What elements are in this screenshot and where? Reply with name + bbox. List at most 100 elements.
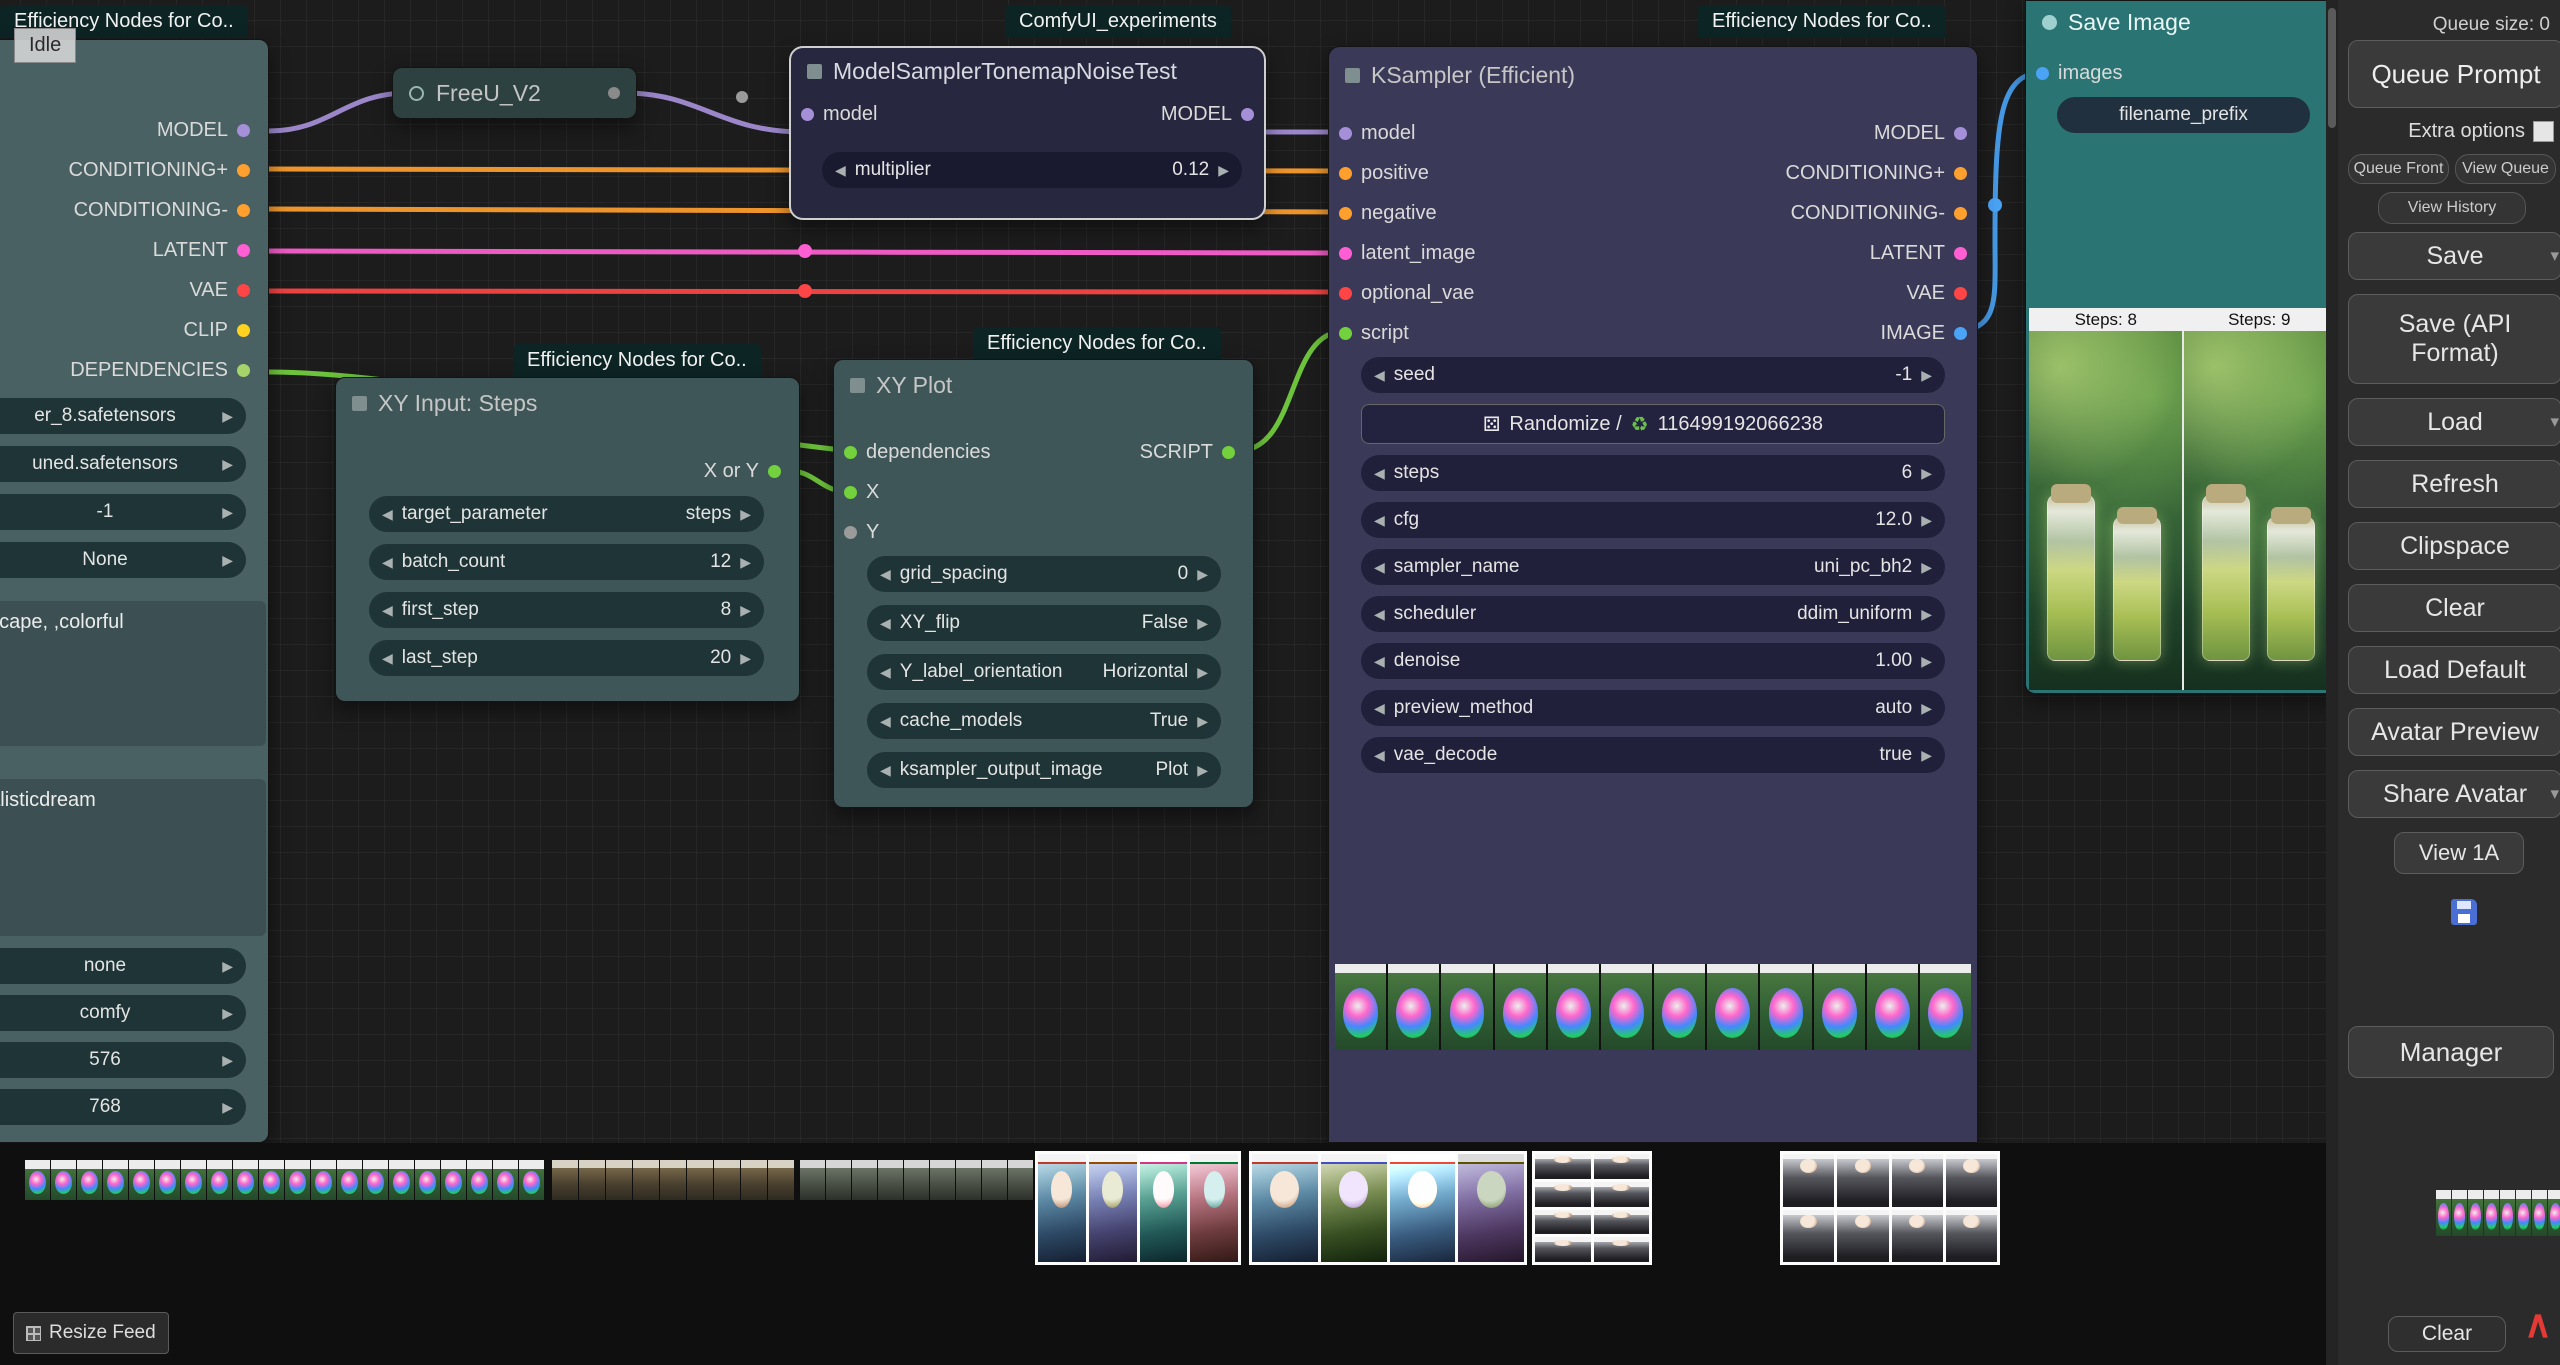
ksampler-preview-strip[interactable] [1335, 964, 1971, 1050]
right-arrow-icon[interactable]: ▶ [1218, 162, 1229, 179]
input-slot-dot[interactable] [844, 446, 857, 459]
collapse-toggle-icon[interactable] [409, 86, 424, 101]
preview-thumbnail[interactable] [441, 1160, 466, 1200]
output-slot-dot[interactable] [237, 284, 250, 297]
widget-first_step[interactable]: ◀first_step8▶ [369, 592, 764, 628]
preview-thumbnail[interactable] [1441, 964, 1492, 1050]
preview-thumbnail[interactable] [415, 1160, 440, 1200]
preview-image[interactable] [1390, 1154, 1456, 1262]
widget-steps[interactable]: ◀steps6▶ [1361, 455, 1945, 491]
widget-Y_label_orientation[interactable]: ◀Y_label_orientationHorizontal▶ [867, 654, 1221, 690]
preview-thumbnail[interactable] [1601, 964, 1652, 1050]
widget-sampler_name[interactable]: ◀sampler_nameuni_pc_bh2▶ [1361, 549, 1945, 585]
preview-thumbnail[interactable] [2548, 1190, 2560, 1236]
left-arrow-icon[interactable]: ◀ [1374, 700, 1385, 717]
widget-combo[interactable]: ◀None▶ [0, 542, 246, 578]
preview-thumbnail[interactable] [181, 1160, 206, 1200]
left-arrow-icon[interactable]: ◀ [1374, 512, 1385, 529]
output-slot-dot[interactable] [237, 204, 250, 217]
sidebar-button-share-avatar[interactable]: Share Avatar▾ [2348, 770, 2560, 818]
node-xy-input-steps[interactable]: XY Input: Steps X or Y ◀target_parameter… [335, 377, 800, 702]
left-arrow-icon[interactable]: ◀ [382, 506, 393, 523]
preview-thumbnail[interactable] [2516, 1190, 2531, 1236]
preview-thumbnail[interactable] [1335, 964, 1386, 1050]
input-slot-dot[interactable] [1339, 127, 1352, 140]
widget-ksampler_output_image[interactable]: ◀ksampler_output_imagePlot▶ [867, 752, 1221, 788]
left-arrow-icon[interactable]: ◀ [880, 664, 891, 681]
preview-thumbnail[interactable] [207, 1160, 232, 1200]
widget-target_parameter[interactable]: ◀target_parametersteps▶ [369, 496, 764, 532]
widget-combo[interactable]: ◀-1▶ [0, 494, 246, 530]
widget-combo[interactable]: ◀uned.safetensors▶ [0, 446, 246, 482]
preview-thumbnail[interactable] [878, 1160, 903, 1200]
left-arrow-icon[interactable]: ◀ [880, 566, 891, 583]
left-arrow-icon[interactable]: ◀ [382, 602, 393, 619]
preview-thumbnail[interactable] [1008, 1160, 1033, 1200]
widget-vae_decode[interactable]: ◀vae_decodetrue▶ [1361, 737, 1945, 773]
output-slot-dot[interactable] [1222, 446, 1235, 459]
preview-image[interactable] [1535, 1237, 1591, 1262]
preview-thumbnail[interactable] [552, 1160, 578, 1200]
view-1a-button[interactable]: View 1A [2394, 832, 2524, 874]
node-title-bar[interactable]: Save Image [2026, 1, 2339, 43]
preview-image[interactable] [2182, 331, 2337, 690]
preview-image[interactable] [1594, 1182, 1650, 1207]
right-arrow-icon[interactable]: ▶ [740, 554, 751, 571]
preview-image[interactable] [1783, 1210, 1834, 1263]
input-slot-dot[interactable] [844, 486, 857, 499]
sidebar-button-load[interactable]: Load▾ [2348, 398, 2560, 446]
sidebar-button-save-api-format-[interactable]: Save (API Format) [2348, 294, 2560, 384]
node-title-bar[interactable]: KSampler (Efficient) [1329, 47, 1977, 103]
preview-thumbnail[interactable] [519, 1160, 544, 1200]
preview-thumbnail[interactable] [2436, 1190, 2451, 1236]
preview-thumbnail[interactable] [337, 1160, 362, 1200]
preview-thumbnail[interactable] [2452, 1190, 2467, 1236]
preview-thumbnail[interactable] [687, 1160, 713, 1200]
preview-thumbnail[interactable] [389, 1160, 414, 1200]
preview-thumbnail[interactable] [363, 1160, 388, 1200]
widget-batch_count[interactable]: ◀batch_count12▶ [369, 544, 764, 580]
preview-thumbnail[interactable] [800, 1160, 825, 1200]
input-slot-dot[interactable] [1339, 167, 1352, 180]
sidebar-button-refresh[interactable]: Refresh [2348, 460, 2560, 508]
dropdown-arrow-icon[interactable]: ▾ [2550, 246, 2559, 266]
input-slot-dot[interactable] [1339, 247, 1352, 260]
preview-thumbnail[interactable] [852, 1160, 877, 1200]
collapse-toggle-icon[interactable] [352, 396, 367, 411]
right-arrow-icon[interactable]: ▶ [1921, 559, 1932, 576]
widget-preview_method[interactable]: ◀preview_methodauto▶ [1361, 690, 1945, 726]
node-model-sampler-tonemap[interactable]: ModelSamplerTonemapNoiseTest model MODEL… [789, 46, 1266, 220]
preview-thumbnail[interactable] [606, 1160, 632, 1200]
right-arrow-icon[interactable]: ▶ [1921, 700, 1932, 717]
canvas-scrollbar[interactable] [2326, 0, 2338, 1365]
preview-thumbnail[interactable] [103, 1160, 128, 1200]
preview-image[interactable] [1783, 1154, 1834, 1207]
preview-image[interactable] [1535, 1182, 1591, 1207]
preview-thumbnail[interactable] [714, 1160, 740, 1200]
output-slot-dot[interactable] [1954, 287, 1967, 300]
widget-cache_models[interactable]: ◀cache_modelsTrue▶ [867, 703, 1221, 739]
right-arrow-icon[interactable]: ▶ [740, 602, 751, 619]
preview-image[interactable] [1594, 1210, 1650, 1235]
output-slot-dot[interactable] [1954, 207, 1967, 220]
preview-thumbnail[interactable] [1760, 964, 1811, 1050]
preview-group[interactable] [1532, 1151, 1652, 1265]
node-title-bar[interactable]: XY Plot [834, 360, 1253, 410]
right-arrow-icon[interactable]: ▶ [1197, 762, 1208, 779]
sidebar-button-load-default[interactable]: Load Default [2348, 646, 2560, 694]
input-slot-model[interactable] [801, 108, 814, 121]
collapse-toggle-icon[interactable] [850, 378, 865, 393]
output-slot-model[interactable] [1241, 108, 1254, 121]
right-arrow-icon[interactable]: ▶ [1197, 615, 1208, 632]
input-slot-images[interactable] [2036, 67, 2049, 80]
preview-thumbnail[interactable] [233, 1160, 258, 1200]
right-arrow-icon[interactable]: ▶ [740, 506, 751, 523]
widget-combo[interactable]: ◀er_8.safetensors▶ [0, 398, 246, 434]
preview-thumbnail[interactable] [633, 1160, 659, 1200]
collapsed-output-dot[interactable] [608, 87, 620, 99]
preview-group[interactable] [1780, 1151, 2000, 1265]
preview-thumbnail[interactable] [660, 1160, 686, 1200]
widget-grid_spacing[interactable]: ◀grid_spacing0▶ [867, 556, 1221, 592]
left-arrow-icon[interactable]: ◀ [1374, 465, 1385, 482]
preview-image[interactable] [1535, 1210, 1591, 1235]
